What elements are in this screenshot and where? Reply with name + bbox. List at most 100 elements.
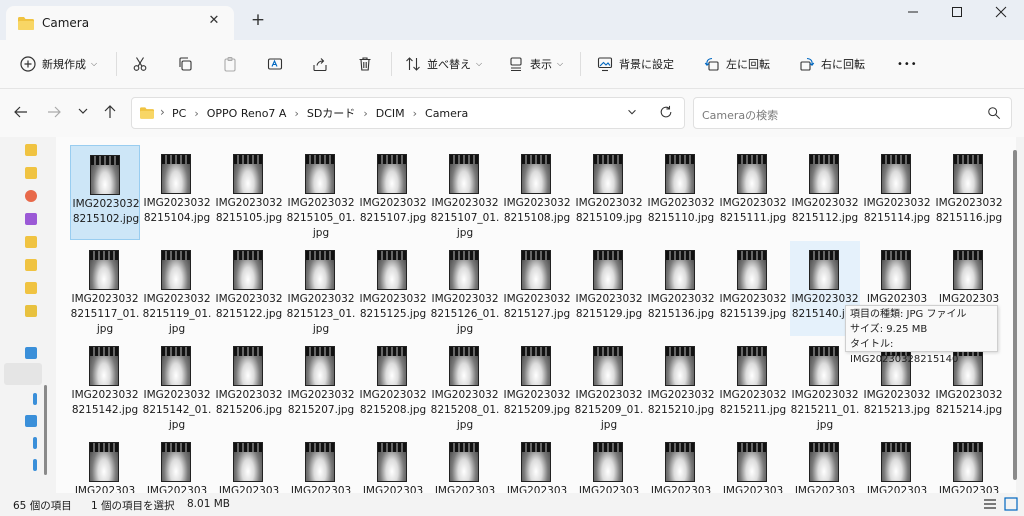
- drive-icon[interactable]: [33, 393, 37, 405]
- search-box[interactable]: Cameraの検索: [693, 97, 1012, 129]
- file-item[interactable]: IMG20230328215105_01.jpg: [286, 145, 356, 240]
- new-button[interactable]: 新規作成 ⌵: [20, 52, 97, 76]
- file-item[interactable]: IMG20230328215209.jpg: [502, 337, 572, 432]
- set-background-button[interactable]: 背景に設定: [597, 52, 674, 76]
- music-icon[interactable]: [25, 190, 37, 202]
- file-item[interactable]: IMG20230328215129.jpg: [574, 241, 644, 336]
- folder-icon[interactable]: [25, 167, 37, 179]
- breadcrumb-device[interactable]: OPPO Reno7 A: [207, 107, 287, 120]
- file-item[interactable]: IMG202303: [214, 433, 284, 493]
- file-item[interactable]: IMG20230328215208.jpg: [358, 337, 428, 432]
- file-item[interactable]: IMG20230328215107_01.jpg: [430, 145, 500, 240]
- folder-icon[interactable]: [25, 282, 37, 294]
- thumbnail-view-icon[interactable]: [1004, 497, 1018, 511]
- new-tab-button[interactable]: +: [248, 10, 268, 30]
- file-item[interactable]: IMG20230328215111.jpg: [718, 145, 788, 240]
- file-item[interactable]: IMG202303: [574, 433, 644, 493]
- more-options-button[interactable]: •••: [897, 52, 918, 76]
- file-item[interactable]: IMG202303: [70, 433, 140, 493]
- address-bar[interactable]: › PC › OPPO Reno7 A › SDカード › DCIM › Camera: [131, 97, 685, 129]
- content-scrollbar[interactable]: [1013, 150, 1017, 480]
- close-window-button[interactable]: [986, 6, 1016, 24]
- file-item[interactable]: IMG20230328215209_01.jpg: [574, 337, 644, 432]
- cut-button[interactable]: [132, 52, 154, 76]
- file-item[interactable]: IMG20230328215206.jpg: [214, 337, 284, 432]
- file-item[interactable]: IMG20230328215208_01.jpg: [430, 337, 500, 432]
- file-item[interactable]: IMG20230328215122.jpg: [214, 241, 284, 336]
- file-item[interactable]: IMG20230328215116.jpg: [934, 145, 1004, 240]
- file-item[interactable]: IMG20230328215102.jpg: [70, 145, 140, 240]
- folder-icon[interactable]: [25, 259, 37, 271]
- file-item[interactable]: IMG20230328215142.jpg: [70, 337, 140, 432]
- file-item[interactable]: IMG20230328215112.jpg: [790, 145, 860, 240]
- file-item[interactable]: IMG202303: [862, 433, 932, 493]
- file-item[interactable]: IMG20230328215142_01.jpg: [142, 337, 212, 432]
- delete-button[interactable]: [357, 52, 379, 76]
- rotate-right-button[interactable]: 右に回転: [799, 52, 865, 76]
- file-item[interactable]: IMG20230328215104.jpg: [142, 145, 212, 240]
- file-item[interactable]: IMG202303: [934, 433, 1004, 493]
- file-item[interactable]: IMG202303: [790, 433, 860, 493]
- file-item[interactable]: IMG202303: [718, 433, 788, 493]
- file-item[interactable]: IMG202303: [142, 433, 212, 493]
- paste-button[interactable]: [222, 52, 244, 76]
- image-thumbnail: [665, 346, 695, 386]
- folder-icon[interactable]: [25, 144, 37, 156]
- refresh-button[interactable]: [659, 105, 673, 122]
- file-item[interactable]: IMG20230328215107.jpg: [358, 145, 428, 240]
- breadcrumb-pc[interactable]: PC: [172, 107, 186, 120]
- file-item[interactable]: IMG202303: [358, 433, 428, 493]
- video-icon[interactable]: [25, 213, 37, 225]
- drive-icon[interactable]: [33, 437, 37, 449]
- file-item[interactable]: IMG20230328215211.jpg: [718, 337, 788, 432]
- file-item[interactable]: IMG20230328215114.jpg: [862, 145, 932, 240]
- file-item[interactable]: IMG202303: [286, 433, 356, 493]
- breadcrumb-camera[interactable]: Camera: [425, 107, 468, 120]
- maximize-button[interactable]: [942, 6, 972, 24]
- file-name: IMG202303: [938, 485, 1000, 493]
- file-item[interactable]: IMG20230328215126_01.jpg: [430, 241, 500, 336]
- copy-button[interactable]: [177, 52, 199, 76]
- sidebar-selected-item[interactable]: [4, 363, 42, 385]
- tab-camera[interactable]: Camera ✕: [6, 6, 234, 40]
- folder-icon[interactable]: [25, 236, 37, 248]
- file-item[interactable]: IMG202303: [502, 433, 572, 493]
- file-item[interactable]: IMG20230328215109.jpg: [574, 145, 644, 240]
- details-view-icon[interactable]: [983, 497, 997, 511]
- rotate-left-button[interactable]: 左に回転: [704, 52, 770, 76]
- share-button[interactable]: [312, 52, 334, 76]
- file-item[interactable]: IMG20230328215108.jpg: [502, 145, 572, 240]
- up-button[interactable]: [101, 104, 119, 122]
- file-item[interactable]: IMG20230328215210.jpg: [646, 337, 716, 432]
- file-item[interactable]: IMG20230328215207.jpg: [286, 337, 356, 432]
- file-item[interactable]: IMG20230328215105.jpg: [214, 145, 284, 240]
- breadcrumb-dcim[interactable]: DCIM: [376, 107, 405, 120]
- view-button[interactable]: 表示 ⌵: [508, 52, 563, 76]
- file-item[interactable]: IMG20230328215123_01.jpg: [286, 241, 356, 336]
- file-item[interactable]: IMG20230328215110.jpg: [646, 145, 716, 240]
- minimize-button[interactable]: [898, 6, 928, 24]
- back-button[interactable]: [12, 104, 30, 122]
- pc-icon[interactable]: [25, 347, 37, 359]
- address-dropdown-button[interactable]: [626, 106, 638, 121]
- sort-button[interactable]: 並べ替え ⌵: [405, 52, 482, 76]
- file-item[interactable]: IMG20230328215117_01.jpg: [70, 241, 140, 336]
- forward-button[interactable]: [45, 104, 63, 122]
- image-thumbnail: [521, 154, 551, 194]
- drive-icon[interactable]: [33, 459, 37, 471]
- tab-close-button[interactable]: ✕: [204, 13, 224, 28]
- breadcrumb-sdcard[interactable]: SDカード: [307, 105, 355, 121]
- rename-button[interactable]: [267, 52, 289, 76]
- file-item[interactable]: IMG20230328215139.jpg: [718, 241, 788, 336]
- recent-locations-button[interactable]: [74, 104, 92, 122]
- file-item[interactable]: IMG20230328215136.jpg: [646, 241, 716, 336]
- file-item[interactable]: IMG20230328215119_01.jpg: [142, 241, 212, 336]
- file-item[interactable]: IMG202303: [430, 433, 500, 493]
- sidebar-scrollbar[interactable]: [44, 385, 47, 475]
- file-item[interactable]: IMG20230328215125.jpg: [358, 241, 428, 336]
- network-icon[interactable]: [25, 415, 37, 427]
- folder-icon[interactable]: [25, 305, 37, 317]
- file-item[interactable]: IMG202303: [646, 433, 716, 493]
- image-thumbnail: [161, 250, 191, 290]
- file-item[interactable]: IMG20230328215127.jpg: [502, 241, 572, 336]
